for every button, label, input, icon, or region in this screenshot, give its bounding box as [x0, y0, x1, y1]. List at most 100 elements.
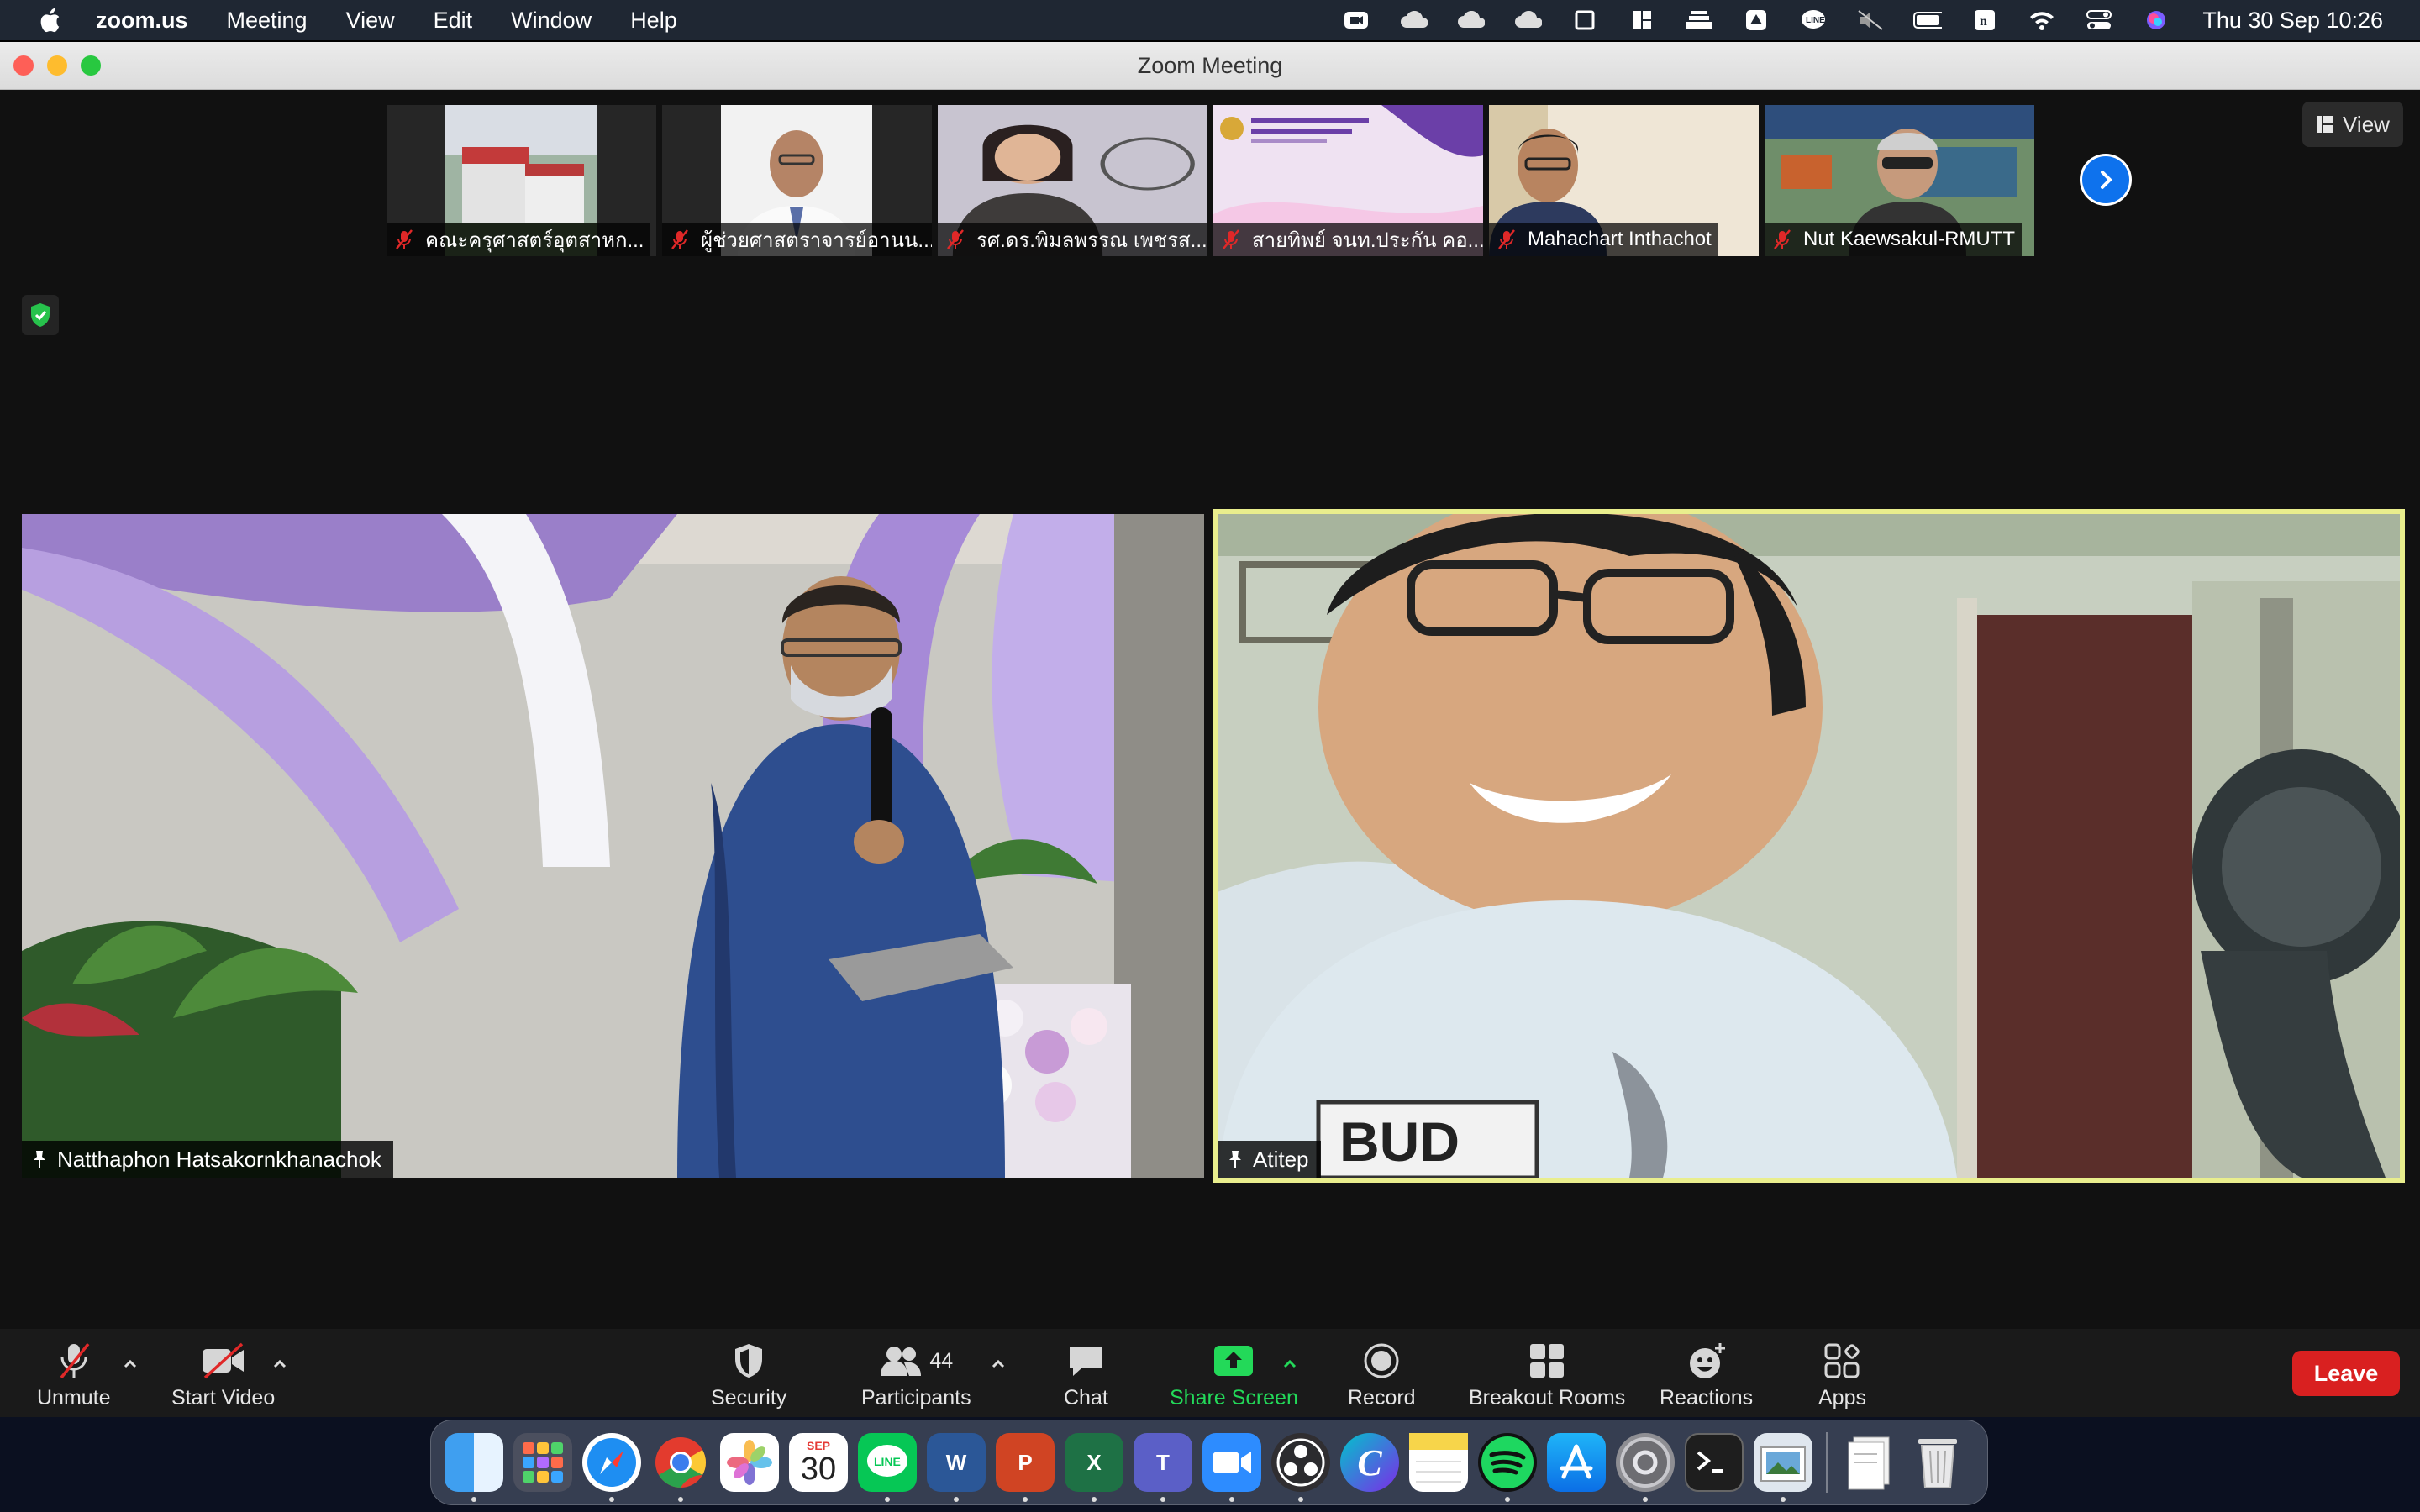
stack-icon[interactable] — [1685, 8, 1713, 33]
menu-meeting[interactable]: Meeting — [227, 8, 308, 34]
running-indicator — [954, 1497, 959, 1502]
dock-separator — [1826, 1432, 1828, 1493]
window-icon[interactable] — [1570, 8, 1599, 33]
siri-icon[interactable] — [2142, 8, 2170, 33]
breakout-rooms-button[interactable]: Breakout Rooms — [1469, 1339, 1625, 1410]
participant-thumbnail[interactable]: คณะครุศาสตร์อุตสาหก... — [387, 105, 656, 256]
powerpoint-icon[interactable]: P — [996, 1433, 1055, 1502]
calendar-icon[interactable]: SEP 30 — [789, 1433, 848, 1492]
battery-icon[interactable] — [1913, 8, 1943, 33]
menu-view[interactable]: View — [346, 8, 395, 34]
audio-options-caret-icon[interactable] — [120, 1354, 140, 1374]
mic-muted-icon — [947, 229, 964, 249]
word-icon[interactable]: W — [927, 1433, 986, 1502]
documents-stack-icon[interactable] — [1839, 1433, 1898, 1492]
participant-thumbnail[interactable]: ผู้ช่วยศาสตราจารย์อานน... — [662, 105, 932, 256]
terminal-icon[interactable] — [1685, 1433, 1744, 1492]
participant-thumbnail[interactable]: Nut Kaewsakul-RMUTT — [1765, 105, 2034, 256]
preview-icon[interactable] — [1754, 1433, 1812, 1502]
participant-thumbnail[interactable]: รศ.ดร.พิมลพรรณ เพชรส... — [938, 105, 1207, 256]
cloud-icon[interactable] — [1456, 8, 1486, 33]
record-button[interactable]: Record — [1348, 1339, 1416, 1410]
menu-edit[interactable]: Edit — [434, 8, 473, 34]
photos-icon[interactable] — [720, 1433, 779, 1492]
finder-icon[interactable] — [445, 1433, 503, 1502]
view-button[interactable]: View — [2302, 102, 2403, 147]
chat-button[interactable]: Chat — [1064, 1339, 1108, 1410]
chrome-icon[interactable] — [651, 1433, 710, 1502]
shirt-text: BUD — [1339, 1110, 1460, 1173]
running-indicator — [1643, 1497, 1648, 1502]
teams-icon[interactable]: T — [1134, 1433, 1192, 1502]
running-indicator — [1092, 1497, 1097, 1502]
running-indicator — [885, 1497, 890, 1502]
drive-icon[interactable] — [1742, 8, 1770, 33]
share-options-caret-icon[interactable] — [1280, 1354, 1300, 1374]
apple-icon[interactable] — [37, 7, 62, 34]
obs-icon[interactable] — [1271, 1433, 1330, 1502]
notion-icon[interactable]: n — [1970, 8, 1999, 33]
menu-app-name[interactable]: zoom.us — [96, 8, 188, 34]
zoom-icon[interactable] — [1202, 1433, 1261, 1502]
excel-icon[interactable]: X — [1065, 1433, 1123, 1502]
speaker-name: Atitep — [1253, 1146, 1309, 1172]
running-indicator — [471, 1497, 476, 1502]
menu-help[interactable]: Help — [630, 8, 677, 34]
line-icon[interactable]: LINE — [858, 1433, 917, 1502]
system-preferences-icon[interactable] — [1616, 1433, 1675, 1502]
apps-button[interactable]: Apps — [1818, 1339, 1866, 1410]
trash-icon[interactable] — [1908, 1433, 1967, 1492]
shield-icon — [732, 1339, 765, 1383]
wifi-icon[interactable] — [2028, 8, 2056, 33]
volume-muted-icon[interactable] — [1856, 8, 1885, 33]
zoom-status-icon[interactable] — [1342, 8, 1370, 33]
next-page-button[interactable] — [2080, 154, 2132, 206]
participant-name: สายทิพย์ จนท.ประกัน คอ... — [1252, 228, 1483, 252]
start-video-button[interactable]: Start Video — [171, 1339, 275, 1410]
control-center-icon[interactable] — [2085, 8, 2113, 33]
participant-name-label: Natthaphon Hatsakornkhanachok — [22, 1141, 393, 1178]
app-store-icon[interactable] — [1547, 1433, 1606, 1492]
launchpad-icon[interactable] — [513, 1433, 572, 1492]
mic-muted-icon — [671, 229, 688, 249]
mic-muted-icon — [1498, 229, 1515, 249]
video-options-caret-icon[interactable] — [270, 1354, 290, 1374]
leave-button[interactable]: Leave — [2292, 1351, 2400, 1396]
safari-icon[interactable] — [582, 1433, 641, 1502]
security-label: Security — [711, 1386, 787, 1410]
menu-window[interactable]: Window — [511, 8, 592, 34]
reactions-button[interactable]: Reactions — [1660, 1339, 1753, 1410]
running-indicator — [1505, 1497, 1510, 1502]
participants-button[interactable]: 44 Participants — [861, 1339, 971, 1410]
video-tile-speaker[interactable]: Natthaphon Hatsakornkhanachok — [22, 514, 1204, 1178]
spotify-icon[interactable] — [1478, 1433, 1537, 1502]
reactions-label: Reactions — [1660, 1386, 1754, 1410]
cloud-icon[interactable] — [1399, 8, 1428, 33]
participant-name: ผู้ช่วยศาสตราจารย์อานน... — [701, 228, 932, 252]
meeting-toolbar: Unmute Start Video Security 44 Participa… — [0, 1329, 2420, 1417]
share-screen-button[interactable]: Share Screen — [1170, 1339, 1298, 1410]
chat-label: Chat — [1064, 1386, 1108, 1410]
running-indicator — [1023, 1497, 1028, 1502]
participant-name-label: ผู้ช่วยศาสตราจารย์อานน... — [662, 223, 932, 256]
security-button[interactable]: Security — [711, 1339, 786, 1410]
mic-muted-icon — [1774, 229, 1791, 249]
participant-name-label: สายทิพย์ จนท.ประกัน คอ... — [1213, 223, 1483, 256]
mic-muted-icon — [55, 1339, 93, 1383]
menu-clock[interactable]: Thu 30 Sep 10:26 — [2202, 8, 2383, 34]
participant-name-label: Mahachart Inthachot — [1489, 223, 1718, 256]
participants-options-caret-icon[interactable] — [988, 1354, 1008, 1374]
unmute-button[interactable]: Unmute — [37, 1339, 111, 1410]
participant-thumbnail[interactable]: สายทิพย์ จนท.ประกัน คอ... — [1213, 105, 1483, 256]
gallery-strip: คณะครุศาสตร์อุตสาหก... ผู้ช่วยศาสตราจารย… — [387, 105, 2040, 256]
pin-icon — [1229, 1151, 1241, 1168]
notes-icon[interactable] — [1409, 1433, 1468, 1492]
canva-icon[interactable]: C — [1340, 1433, 1399, 1492]
layout-icon[interactable] — [1628, 8, 1656, 33]
line-status-icon[interactable]: LINE — [1799, 8, 1828, 33]
meeting-encryption-icon[interactable] — [22, 295, 59, 335]
cloud-icon[interactable] — [1513, 8, 1543, 33]
participant-thumbnail[interactable]: Mahachart Inthachot — [1489, 105, 1759, 256]
participants-count: 44 — [929, 1348, 954, 1373]
video-tile-active-speaker[interactable]: BUD Atitep — [1213, 509, 2405, 1183]
